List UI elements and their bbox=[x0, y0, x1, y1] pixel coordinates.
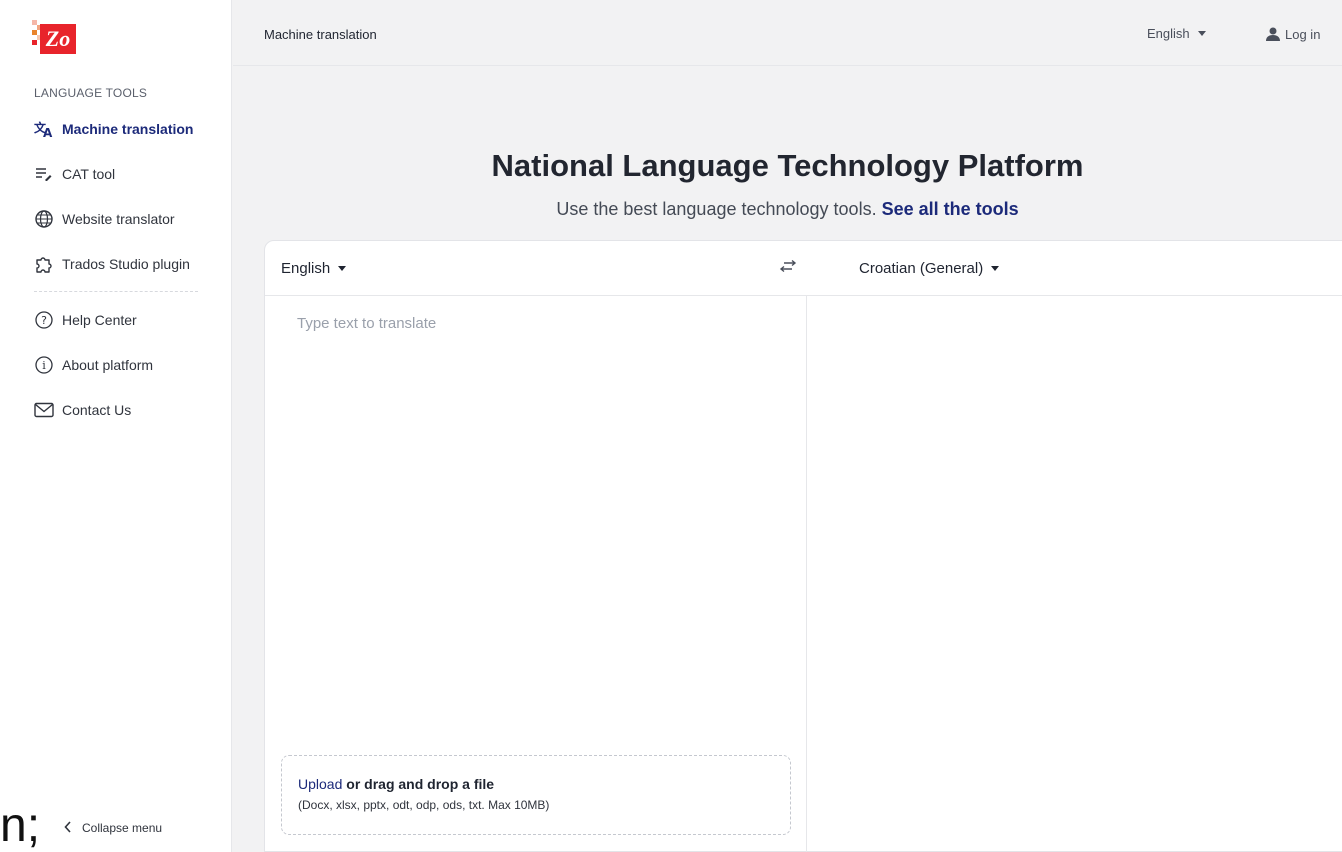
swap-arrows-icon bbox=[779, 259, 797, 278]
source-language-dropdown[interactable]: English bbox=[281, 260, 347, 277]
sidebar-item-cat-tool[interactable]: CAT tool bbox=[34, 162, 115, 186]
sidebar-item-label: Trados Studio plugin bbox=[62, 256, 190, 272]
sidebar-item-label: Help Center bbox=[62, 312, 137, 328]
svg-text:i: i bbox=[42, 359, 46, 372]
breadcrumb: Machine translation bbox=[264, 27, 377, 42]
sidebar-item-contact-us[interactable]: Contact Us bbox=[34, 398, 131, 422]
sidebar: Zo LANGUAGE TOOLS 文A Machine translation… bbox=[0, 0, 232, 852]
upload-hint: (Docx, xlsx, pptx, odt, odp, ods, txt. M… bbox=[298, 798, 550, 812]
subtitle-text: Use the best language technology tools. bbox=[556, 199, 877, 219]
caret-down-icon bbox=[338, 266, 347, 271]
platform-logo[interactable]: Zo bbox=[32, 20, 76, 56]
sidebar-item-label: Machine translation bbox=[62, 121, 194, 137]
sidebar-item-machine-translation[interactable]: 文A Machine translation bbox=[34, 117, 193, 141]
help-circle-icon: ? bbox=[34, 310, 54, 330]
target-language-label: Croatian (General) bbox=[859, 260, 984, 277]
ui-language-label: English bbox=[1147, 26, 1190, 41]
edge-text-fragment: n; bbox=[0, 799, 41, 852]
sidebar-item-about-platform[interactable]: i About platform bbox=[34, 353, 153, 377]
swap-languages-button[interactable] bbox=[777, 257, 799, 279]
info-circle-icon: i bbox=[34, 355, 54, 375]
ui-language-dropdown[interactable]: English bbox=[1147, 26, 1206, 41]
sidebar-item-label: About platform bbox=[62, 357, 154, 373]
collapse-menu-button[interactable]: Collapse menu bbox=[64, 820, 162, 836]
svg-text:A: A bbox=[43, 126, 53, 138]
chevron-left-icon bbox=[64, 820, 72, 836]
cat-tool-icon bbox=[34, 164, 54, 184]
upload-text: or drag and drop a file bbox=[342, 776, 495, 792]
sidebar-item-website-translator[interactable]: Website translator bbox=[34, 207, 175, 231]
top-bar: Machine translation English Log in bbox=[233, 0, 1342, 66]
sidebar-item-label: Contact Us bbox=[62, 402, 132, 418]
sidebar-item-help-center[interactable]: ? Help Center bbox=[34, 308, 137, 332]
sidebar-item-trados-studio-plugin[interactable]: Trados Studio plugin bbox=[34, 252, 190, 276]
sidebar-item-label: CAT tool bbox=[62, 166, 116, 182]
svg-text:?: ? bbox=[41, 314, 47, 327]
puzzle-icon bbox=[34, 254, 54, 274]
sidebar-item-label: Website translator bbox=[62, 211, 175, 227]
see-all-tools-link[interactable]: See all the tools bbox=[882, 199, 1019, 219]
translator-card: English Croatian (General) Upload or dra… bbox=[264, 240, 1342, 852]
user-icon bbox=[1265, 26, 1281, 42]
source-text-input[interactable] bbox=[281, 307, 791, 747]
login-button[interactable]: Log in bbox=[1265, 26, 1320, 42]
login-label: Log in bbox=[1285, 26, 1321, 42]
target-language-dropdown[interactable]: Croatian (General) bbox=[859, 260, 1000, 277]
logo-mark: Zo bbox=[40, 24, 76, 54]
translate-icon: 文A bbox=[34, 119, 54, 139]
file-upload-dropzone[interactable]: Upload or drag and drop a file (Docx, xl… bbox=[281, 755, 791, 835]
source-language-label: English bbox=[281, 260, 331, 277]
caret-down-icon bbox=[1197, 31, 1206, 36]
upload-instruction: Upload or drag and drop a file bbox=[298, 776, 774, 792]
page-subtitle: Use the best language technology tools. … bbox=[233, 199, 1342, 220]
page-title: National Language Technology Platform bbox=[491, 148, 1084, 183]
section-label-language-tools: LANGUAGE TOOLS bbox=[34, 86, 148, 100]
mail-icon bbox=[34, 400, 54, 420]
collapse-menu-label: Collapse menu bbox=[82, 821, 163, 835]
upload-link[interactable]: Upload bbox=[298, 776, 342, 792]
sidebar-divider bbox=[34, 291, 198, 292]
caret-down-icon bbox=[991, 266, 1000, 271]
globe-icon bbox=[34, 209, 54, 229]
language-bar: English Croatian (General) bbox=[265, 241, 1342, 296]
translation-output bbox=[807, 297, 1342, 852]
